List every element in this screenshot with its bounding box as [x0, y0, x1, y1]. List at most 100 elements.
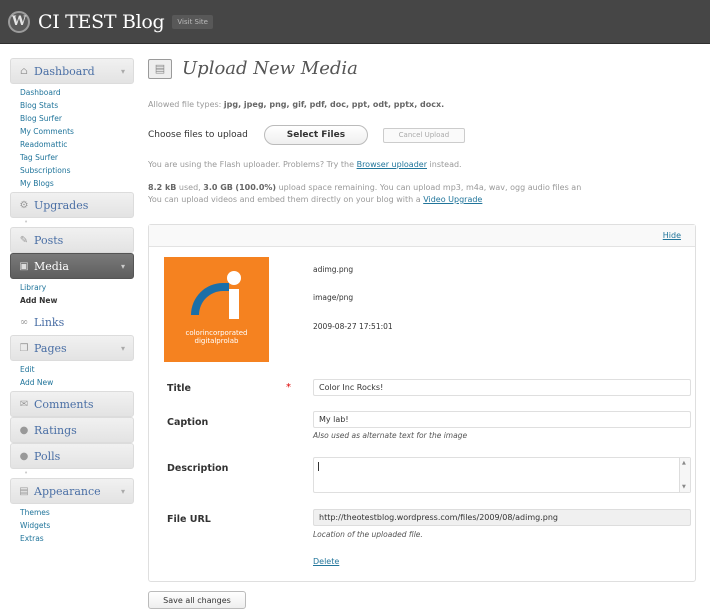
- upload-row: Choose files to upload Select Files Canc…: [148, 125, 465, 145]
- chevron-down-icon[interactable]: ▾: [121, 487, 125, 496]
- menu-polls-label: Polls: [34, 449, 61, 463]
- cancel-upload-button[interactable]: Cancel Upload: [382, 127, 465, 143]
- mime-type: image/png: [313, 293, 354, 302]
- comments-icon: ✉: [19, 398, 29, 410]
- space-used: 8.2 kB: [148, 183, 177, 192]
- title-input[interactable]: Color Inc Rocks!: [313, 379, 691, 396]
- caption-input[interactable]: My lab!: [313, 411, 691, 428]
- menu-upgrades-label: Upgrades: [34, 198, 89, 212]
- submenu-item-dashboard[interactable]: Dashboard: [20, 86, 134, 99]
- description-label: Description: [167, 463, 229, 474]
- media-icon: ▣: [19, 260, 29, 272]
- save-all-changes-button[interactable]: Save all changes: [148, 591, 246, 609]
- video-upgrade-link[interactable]: Video Upgrade: [423, 195, 482, 204]
- textarea-scrollbar[interactable]: ▲ ▼: [679, 458, 690, 492]
- visit-site-button[interactable]: Visit Site: [172, 14, 213, 29]
- menu-comments[interactable]: ✉ Comments: [10, 391, 134, 417]
- menu-upgrades[interactable]: ⚙ Upgrades: [10, 192, 134, 218]
- hide-link[interactable]: Hide: [663, 231, 681, 240]
- submenu-item-blog-stats[interactable]: Blog Stats: [20, 99, 134, 112]
- text-cursor: [318, 462, 319, 471]
- polls-icon: ●: [19, 450, 29, 462]
- menu-media-label: Media: [34, 259, 69, 273]
- title-label: Title: [167, 383, 191, 394]
- submenu-item-edit[interactable]: Edit: [20, 363, 134, 376]
- menu-pages[interactable]: ❐ Pages ▾: [10, 335, 134, 361]
- link-icon: ∞: [19, 316, 29, 328]
- page-title-text: Upload New Media: [182, 58, 358, 79]
- chevron-down-icon[interactable]: ▾: [121, 262, 125, 271]
- media-submenu: Library Add New: [10, 279, 134, 309]
- pages-icon: ❐: [19, 342, 29, 354]
- pages-submenu: Edit Add New: [10, 361, 134, 391]
- submenu-item-my-comments[interactable]: My Comments: [20, 125, 134, 138]
- pin-icon: ✎: [19, 234, 29, 246]
- flash-note-suffix: instead.: [429, 160, 462, 169]
- thumbnail-caption-line1: colorincorporated: [185, 329, 248, 337]
- submenu-item-readomattic[interactable]: Readomattic: [20, 138, 134, 151]
- select-files-button[interactable]: Select Files: [263, 125, 368, 145]
- file-name: adimg.png: [313, 265, 354, 274]
- menu-links[interactable]: ∞ Links: [10, 309, 134, 335]
- menu-dashboard[interactable]: ⌂ Dashboard ▾: [10, 58, 134, 84]
- dashboard-icon: ⌂: [20, 65, 28, 77]
- appearance-submenu: Themes Widgets Extras: [10, 504, 134, 547]
- main-content: ▤ Upload New Media Allowed file types: j…: [148, 44, 710, 612]
- submenu-item-subscriptions[interactable]: Subscriptions: [20, 164, 134, 177]
- space-percent: (100.0%): [235, 183, 277, 192]
- upgrades-icon: ⚙: [19, 199, 29, 211]
- menu-polls[interactable]: ● Polls: [10, 443, 134, 469]
- color-inc-logo-icon: [187, 271, 247, 323]
- submenu-item-themes[interactable]: Themes: [20, 506, 134, 519]
- menu-links-label: Links: [34, 315, 65, 329]
- scroll-down-icon[interactable]: ▼: [682, 484, 686, 490]
- submenu-item-extras[interactable]: Extras: [20, 532, 134, 545]
- allowed-types: jpg, jpeg, png, gif, pdf, doc, ppt, odt,…: [223, 100, 445, 109]
- menu-ratings-label: Ratings: [34, 423, 77, 437]
- video-note-text: You can upload videos and embed them dir…: [148, 195, 421, 204]
- upload-date: 2009-08-27 17:51:01: [313, 322, 393, 331]
- allowed-file-types: Allowed file types: jpg, jpeg, png, gif,…: [148, 100, 444, 109]
- admin-sidebar: ⌂ Dashboard ▾ Dashboard Blog Stats Blog …: [0, 44, 140, 612]
- menu-separator: •: [24, 469, 29, 477]
- media-item-panel: Hide colorincorporated digitalprolab adi…: [148, 224, 696, 582]
- space-rest: upload space remaining. You can upload m…: [278, 183, 582, 192]
- submenu-item-library[interactable]: Library: [20, 281, 134, 294]
- admin-header: W CI TEST Blog Visit Site: [0, 0, 710, 44]
- upload-space-info: 8.2 kB used, 3.0 GB (100.0%) upload spac…: [148, 183, 581, 192]
- scroll-up-icon[interactable]: ▲: [682, 460, 686, 466]
- chevron-down-icon[interactable]: ▾: [121, 67, 125, 76]
- menu-appearance[interactable]: ▤ Appearance ▾: [10, 478, 134, 504]
- submenu-item-add-new-media[interactable]: Add New: [20, 294, 134, 307]
- browser-uploader-link[interactable]: Browser uploader: [357, 160, 427, 169]
- menu-dashboard-label: Dashboard: [34, 64, 95, 78]
- menu-ratings[interactable]: ● Ratings: [10, 417, 134, 443]
- submenu-item-widgets[interactable]: Widgets: [20, 519, 134, 532]
- submenu-item-blog-surfer[interactable]: Blog Surfer: [20, 112, 134, 125]
- menu-posts[interactable]: ✎ Posts: [10, 227, 134, 253]
- video-upgrade-info: You can upload videos and embed them dir…: [148, 195, 482, 204]
- ratings-icon: ●: [19, 424, 29, 436]
- menu-media[interactable]: ▣ Media ▾: [10, 253, 134, 279]
- flash-uploader-note: You are using the Flash uploader. Proble…: [148, 160, 462, 169]
- menu-appearance-label: Appearance: [34, 484, 101, 498]
- allowed-prefix: Allowed file types:: [148, 100, 222, 109]
- media-upload-icon: ▤: [148, 58, 172, 79]
- space-used-suffix: used,: [178, 183, 201, 192]
- file-url-label: File URL: [167, 514, 211, 525]
- chevron-down-icon[interactable]: ▾: [121, 344, 125, 353]
- submenu-item-my-blogs[interactable]: My Blogs: [20, 177, 134, 190]
- caption-label: Caption: [167, 417, 209, 428]
- menu-separator: •: [24, 218, 29, 226]
- delete-link[interactable]: Delete: [313, 557, 339, 566]
- description-textarea[interactable]: ▲ ▼: [313, 457, 691, 493]
- file-url-input[interactable]: http://theotestblog.wordpress.com/files/…: [313, 509, 691, 526]
- file-url-help-text: Location of the uploaded file.: [313, 530, 423, 539]
- page-title: ▤ Upload New Media: [148, 58, 358, 79]
- submenu-item-add-new-page[interactable]: Add New: [20, 376, 134, 389]
- menu-posts-label: Posts: [34, 233, 64, 247]
- wordpress-logo-icon[interactable]: W: [8, 10, 30, 33]
- appearance-icon: ▤: [19, 485, 29, 497]
- submenu-item-tag-surfer[interactable]: Tag Surfer: [20, 151, 134, 164]
- site-title[interactable]: CI TEST Blog: [38, 11, 165, 33]
